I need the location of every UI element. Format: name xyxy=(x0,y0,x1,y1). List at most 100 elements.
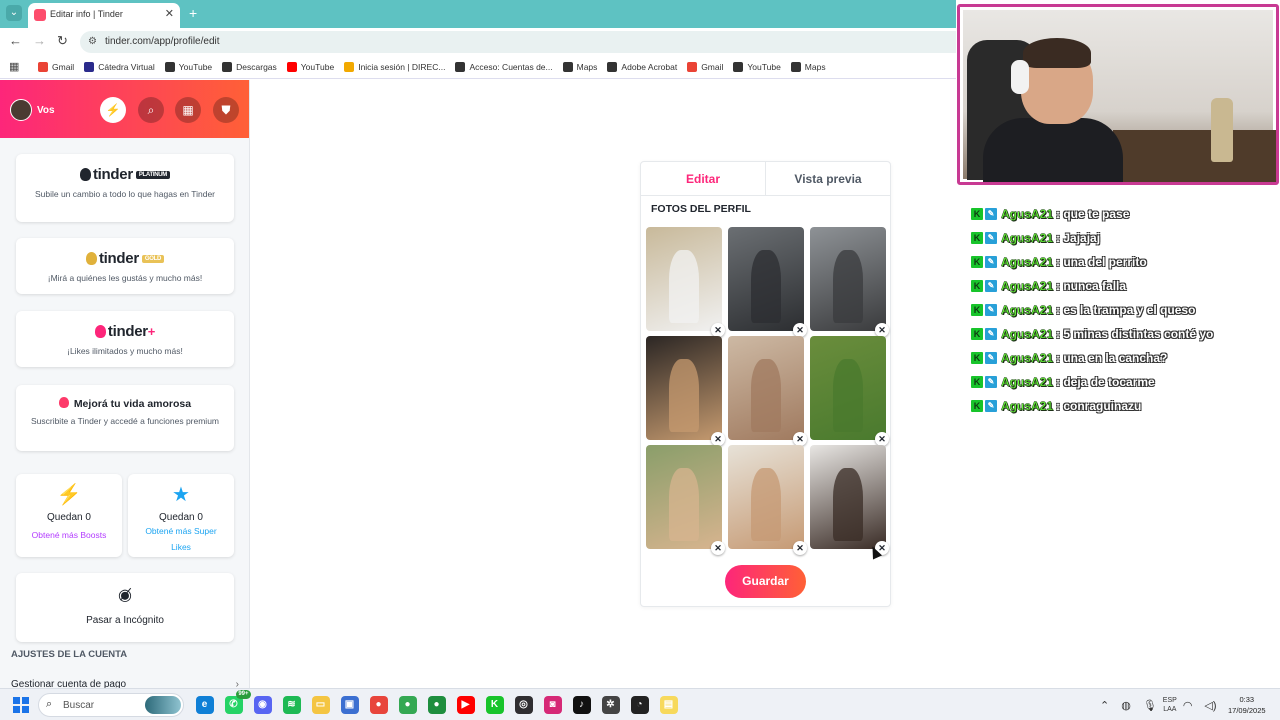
incognito-eye-icon: ◉̸ xyxy=(118,587,132,604)
chatgpt-icon[interactable]: ✲ xyxy=(601,696,620,714)
chrome-icon-2[interactable]: ● xyxy=(398,696,417,714)
windows-start-icon[interactable] xyxy=(13,697,29,713)
whatsapp-icon[interactable]: ✆ 99+ xyxy=(224,690,251,714)
get-superlikes-link[interactable]: Obtené más Super Likes xyxy=(138,523,224,555)
boost-icon[interactable]: ⚡ xyxy=(100,97,126,123)
bookmark-item[interactable]: Gmail xyxy=(38,55,74,79)
shield-icon[interactable]: ⛊ xyxy=(213,97,239,123)
plus-card[interactable]: tinder + ¡Likes ilimitados y mucho más! xyxy=(16,311,234,367)
address-bar: ← → ↻ ⚙ tinder.com/app/profile/edit xyxy=(0,28,956,55)
love-life-card[interactable]: Mejorá tu vida amorosa Suscribite a Tind… xyxy=(16,385,234,451)
network-icon[interactable]: ◍ xyxy=(1121,699,1131,712)
back-icon[interactable]: ← xyxy=(9,33,22,48)
brand-name: tinder xyxy=(98,250,139,267)
chrome-icon-3[interactable]: ● xyxy=(427,696,446,714)
speedtest-icon[interactable]: ◔ xyxy=(630,696,649,714)
spotify-icon[interactable]: ≋ xyxy=(282,696,301,714)
obs-icon[interactable]: ◎ xyxy=(514,696,533,714)
bookmark-item[interactable]: Maps xyxy=(562,55,597,79)
remove-photo-icon[interactable]: ✕ xyxy=(793,323,807,337)
tiktok-icon[interactable]: ♪ xyxy=(572,696,591,714)
platinum-card[interactable]: tinder PLATINUM Subile un cambio a todo … xyxy=(16,154,234,222)
tray-chevron-icon[interactable]: ⌃ xyxy=(1100,699,1109,712)
microphone-icon[interactable]: 🎙︎ xyxy=(1143,699,1157,712)
profile-link[interactable]: Vos xyxy=(37,105,55,116)
chat-message: K ✎ AgusA21: Jajajaj xyxy=(971,226,1271,250)
profile-photo-gym-mirror[interactable]: ✕ xyxy=(810,227,889,337)
incognito-card[interactable]: ◉̸ Pasar a Incógnito xyxy=(16,573,234,642)
remove-photo-icon[interactable]: ✕ xyxy=(875,432,889,446)
photo-image xyxy=(646,336,722,440)
clock-time: 0:33 xyxy=(1239,695,1255,704)
manage-payment-item[interactable]: Gestionar cuenta de pago › xyxy=(11,679,239,688)
chrome-icon[interactable]: ● xyxy=(369,696,388,714)
verified-badge-icon: ✎ xyxy=(985,232,997,244)
bookmark-item[interactable]: Gmail xyxy=(687,55,723,79)
briefcase-icon[interactable]: ▦ xyxy=(175,97,201,123)
profile-photos-title: FOTOS DEL PERFIL xyxy=(651,203,751,215)
new-tab-button[interactable]: + xyxy=(189,5,197,21)
folder-icon[interactable]: ▭ xyxy=(311,696,330,714)
remove-photo-icon[interactable]: ✕ xyxy=(711,541,725,555)
remove-photo-icon[interactable]: ✕ xyxy=(793,432,807,446)
instagram-icon[interactable]: ◙ xyxy=(543,696,562,714)
gold-card[interactable]: tinder GOLD ¡Mirá a quiénes les gustás y… xyxy=(16,238,234,294)
bookmark-item[interactable]: YouTube xyxy=(164,55,212,79)
bookmark-item[interactable]: YouTube xyxy=(286,55,334,79)
profile-photo-mirror-selfie-dark[interactable]: ✕ xyxy=(810,445,889,555)
tab-preview[interactable]: Vista previa xyxy=(766,162,890,195)
notes-icon[interactable]: ▤ xyxy=(659,696,678,714)
bookmark-item[interactable]: Adobe Acrobat xyxy=(607,55,677,79)
tab-tinder[interactable]: Editar info | Tinder ✕ xyxy=(28,3,180,28)
wifi-icon[interactable]: ◠ xyxy=(1183,699,1193,712)
bookmark-item[interactable]: Descargas xyxy=(222,55,277,79)
boosts-card[interactable]: ⚡ Quedan 0 Obtené más Boosts xyxy=(16,474,122,557)
chat-username: AgusA21 xyxy=(1001,279,1054,294)
profile-photo-smiling-beanie[interactable]: ✕ xyxy=(646,445,725,555)
volume-icon[interactable]: ◁) xyxy=(1204,699,1216,712)
photo-subject xyxy=(668,467,700,541)
tab-edit[interactable]: Editar xyxy=(641,162,766,195)
clock[interactable]: 0:33 17/09/2025 xyxy=(1228,694,1266,716)
superlikes-card[interactable]: ★ Quedan 0 Obtené más Super Likes xyxy=(128,474,234,557)
save-button[interactable]: Guardar xyxy=(725,565,806,598)
kick-badge-icon: K xyxy=(971,376,983,388)
bookmark-item[interactable]: Cátedra Virtual xyxy=(84,55,155,79)
bookmark-item[interactable]: Maps xyxy=(790,55,826,79)
url-field[interactable]: ⚙ tinder.com/app/profile/edit xyxy=(80,31,956,53)
remove-photo-icon[interactable]: ✕ xyxy=(875,323,889,337)
profile-photo-car-interior[interactable]: ✕ xyxy=(728,227,807,337)
get-boosts-link[interactable]: Obtené más Boosts xyxy=(16,527,122,543)
youtube-icon[interactable]: ▶ xyxy=(456,696,475,714)
profile-photo-dog-on-grass[interactable]: ✕ xyxy=(810,336,889,446)
profile-photo-covered-face[interactable]: ✕ xyxy=(728,336,807,446)
close-tab-icon[interactable]: ✕ xyxy=(165,7,174,20)
explore-icon[interactable]: ⌕ xyxy=(138,97,164,123)
profile-photo-pug-dog[interactable]: ✕ xyxy=(646,336,725,446)
remove-photo-icon[interactable]: ✕ xyxy=(711,323,725,337)
clock-date: 17/09/2025 xyxy=(1228,706,1266,715)
reload-icon[interactable]: ↻ xyxy=(57,33,68,49)
remove-photo-icon[interactable]: ✕ xyxy=(793,541,807,555)
profile-photo-surprised-food[interactable]: ✕ xyxy=(728,445,807,555)
discord-icon[interactable]: ◉ xyxy=(253,696,272,714)
bookmark-item[interactable]: Inicia sesión | DIREC... xyxy=(344,55,445,79)
kick-badge-icon: K xyxy=(971,232,983,244)
language-indicator[interactable]: ESP LAA xyxy=(1163,696,1177,714)
profile-photo-hallway-mirror-selfie[interactable]: ✕ xyxy=(646,227,725,337)
site-info-icon[interactable]: ⚙ xyxy=(88,36,97,47)
remove-photo-icon[interactable]: ✕ xyxy=(711,432,725,446)
photo-image xyxy=(810,336,886,440)
store-icon[interactable]: ▣ xyxy=(340,696,359,714)
bookmark-item[interactable]: YouTube xyxy=(733,55,781,79)
taskbar-search[interactable]: ⌕ Buscar xyxy=(38,693,184,717)
verified-badge-icon: ✎ xyxy=(985,352,997,364)
avatar[interactable] xyxy=(10,99,32,121)
bookmark-favicon-icon xyxy=(38,62,48,72)
edge-icon[interactable]: e xyxy=(195,696,214,714)
tab-search-menu[interactable]: ⌄ xyxy=(6,5,22,21)
apps-grid-icon[interactable]: ▦ xyxy=(9,60,19,73)
bookmark-item[interactable]: Acceso: Cuentas de... xyxy=(455,55,553,79)
forward-icon[interactable]: → xyxy=(33,33,46,48)
kick-icon[interactable]: K xyxy=(485,696,504,714)
